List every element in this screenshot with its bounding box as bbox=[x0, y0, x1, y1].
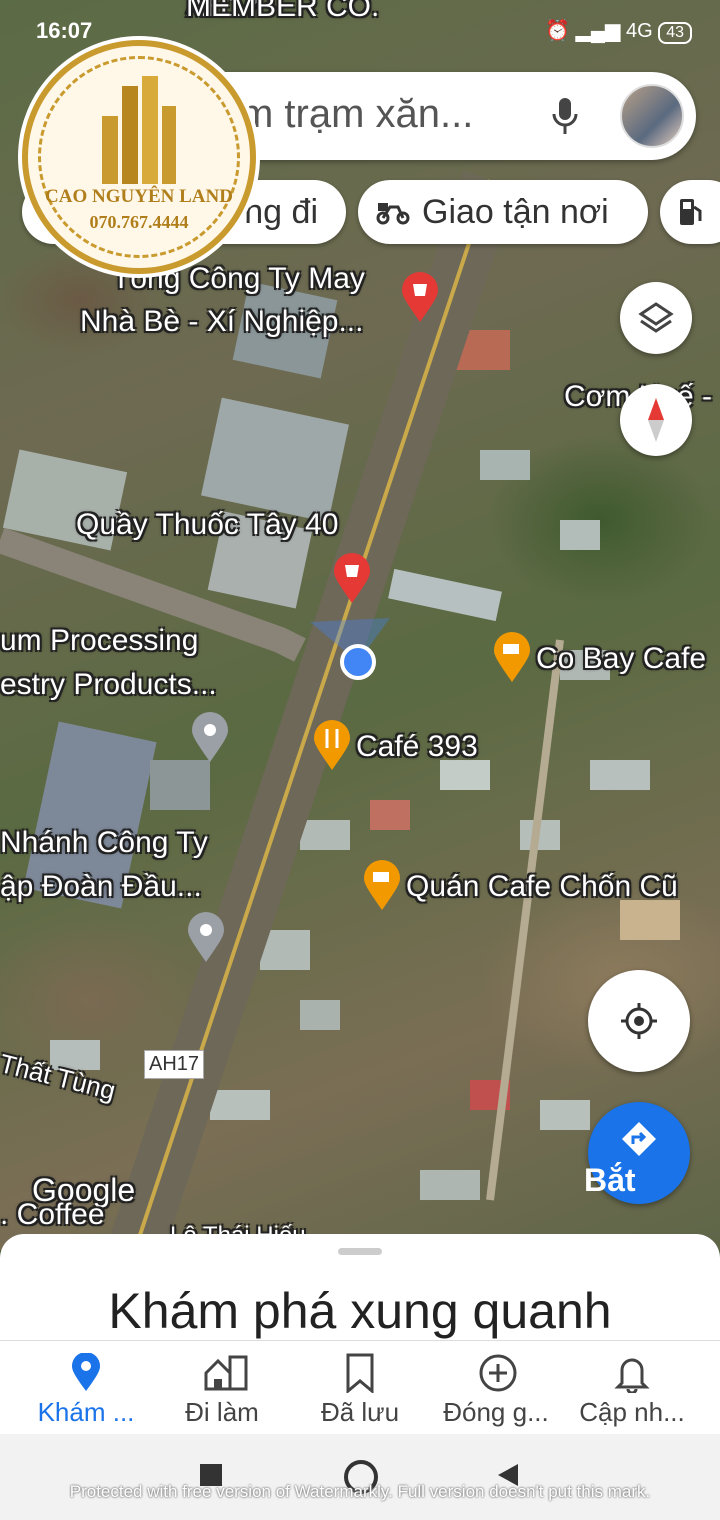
chip-gas-station[interactable] bbox=[660, 180, 720, 244]
cao-nguyen-land-logo: CAO NGUYÊN LAND 070.767.4444 bbox=[22, 40, 256, 274]
place-pin-icon[interactable] bbox=[190, 712, 230, 764]
bell-icon bbox=[614, 1358, 650, 1393]
logo-name: CAO NGUYÊN LAND bbox=[45, 186, 233, 207]
compass-button[interactable] bbox=[620, 384, 692, 456]
directions-button[interactable]: Bắt bbox=[584, 1102, 690, 1204]
directions-icon bbox=[622, 1122, 656, 1156]
chip-delivery-label: Giao tận nơi bbox=[422, 192, 609, 231]
add-circle-icon bbox=[479, 1354, 517, 1392]
commute-building-icon bbox=[204, 1355, 248, 1391]
cafe-pin-icon-2[interactable] bbox=[362, 860, 402, 912]
logo-phone: 070.767.4444 bbox=[89, 212, 189, 232]
nav-explore[interactable]: Khám ... bbox=[14, 1341, 158, 1435]
poi-label-cafe-393[interactable]: Café 393 bbox=[356, 730, 478, 764]
poi-label-coffee[interactable]: . Coffee bbox=[0, 1198, 105, 1232]
account-avatar[interactable] bbox=[620, 84, 684, 148]
network-type: 4G bbox=[625, 20, 653, 42]
system-navigation-bar bbox=[0, 1434, 720, 1520]
nav-updates[interactable]: Cập nh... bbox=[560, 1341, 704, 1435]
nav-saved[interactable]: Đã lưu bbox=[288, 1341, 432, 1435]
signal-icon: ▂▄▆ bbox=[575, 20, 621, 42]
directions-label: Bắt bbox=[584, 1162, 636, 1198]
poi-label-tong-cong-ty-2[interactable]: Nhà Bè - Xí Nghiệp... bbox=[80, 305, 363, 339]
poi-label-quay-thuoc[interactable]: Quầy Thuốc Tây 40 bbox=[76, 508, 338, 542]
poi-label-processing-2[interactable]: estry Products... bbox=[0, 668, 217, 702]
pharmacy-pin-icon[interactable] bbox=[332, 553, 372, 605]
poi-label-processing-1[interactable]: um Processing bbox=[0, 624, 198, 658]
alarm-icon: ⏰ bbox=[544, 20, 570, 42]
cafe-pin-icon[interactable] bbox=[492, 632, 532, 684]
bookmark-icon bbox=[346, 1353, 374, 1393]
compass-icon bbox=[648, 398, 664, 442]
crosshair-icon bbox=[621, 1003, 657, 1039]
restaurant-pin-icon[interactable] bbox=[312, 720, 352, 772]
chip-delivery[interactable]: Giao tận nơi bbox=[358, 180, 648, 244]
place-pin-icon-2[interactable] bbox=[186, 912, 226, 964]
watermark-text: Protected with free version of Watermark… bbox=[69, 1482, 651, 1501]
nav-explore-label: Khám ... bbox=[37, 1397, 135, 1427]
nav-commute-label: Đi làm bbox=[185, 1397, 259, 1427]
microphone-icon[interactable] bbox=[550, 96, 580, 136]
road-sign-ah17: AH17 bbox=[144, 1050, 205, 1079]
gas-station-icon bbox=[680, 199, 702, 225]
location-pin-icon bbox=[72, 1353, 100, 1391]
nav-commute[interactable]: Đi làm bbox=[150, 1341, 294, 1435]
explore-sheet[interactable]: Khám phá xung quanh bbox=[0, 1234, 720, 1344]
layers-button[interactable] bbox=[620, 282, 692, 354]
nav-saved-label: Đã lưu bbox=[320, 1397, 400, 1427]
bottom-navigation: Khám ... Đi làm Đã lưu Đóng g... Cập nh.… bbox=[0, 1340, 720, 1435]
battery-icon: 43 bbox=[658, 22, 692, 44]
nav-contribute-label: Đóng g... bbox=[443, 1397, 549, 1427]
nav-updates-label: Cập nh... bbox=[579, 1397, 685, 1427]
status-right: ⏰ ▂▄▆ 4G 43 bbox=[545, 18, 692, 44]
layers-icon bbox=[638, 302, 674, 333]
status-time: 16:07 bbox=[36, 18, 93, 43]
buildings-logo-icon bbox=[102, 76, 176, 184]
nav-contribute[interactable]: Đóng g... bbox=[424, 1341, 568, 1435]
poi-label-chi-nhanh-1[interactable]: Nhánh Công Ty bbox=[0, 826, 208, 860]
my-location-button[interactable] bbox=[588, 970, 690, 1072]
shopping-pin-icon[interactable] bbox=[400, 272, 440, 324]
search-query[interactable]: m trạm xăn... bbox=[240, 92, 473, 137]
sheet-drag-handle[interactable] bbox=[338, 1248, 382, 1255]
delivery-scooter-icon bbox=[376, 203, 410, 225]
poi-label-chi-nhanh-2[interactable]: ập Đoàn Đầu... bbox=[0, 870, 202, 904]
poi-label-quan-cafe[interactable]: Quán Cafe Chốn Cũ bbox=[406, 870, 678, 904]
poi-label-co-bay[interactable]: Co Bay Cafe bbox=[536, 642, 706, 676]
chip-directions-label: ng đi bbox=[244, 192, 318, 231]
sheet-title: Khám phá xung quanh bbox=[108, 1283, 612, 1339]
